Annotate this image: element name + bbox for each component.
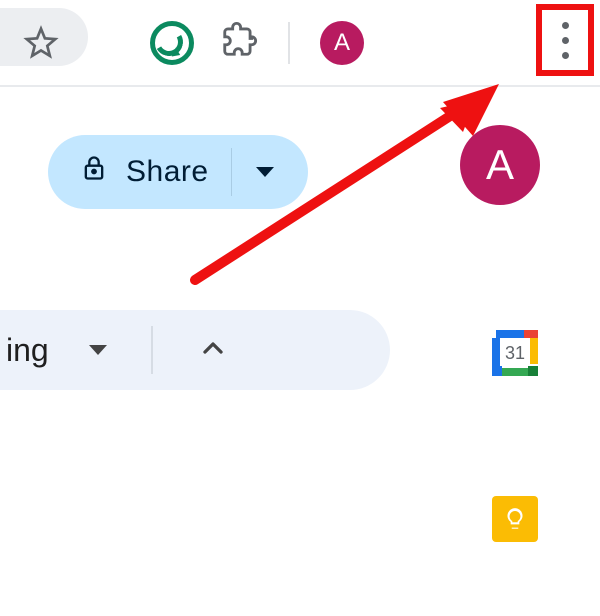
calendar-day: 31: [492, 330, 538, 376]
share-divider: [231, 148, 233, 196]
extension-area: A: [150, 0, 364, 85]
docs-header: Share A: [0, 87, 600, 277]
bookmark-star-button[interactable]: [16, 18, 66, 68]
document-toolbar: ing: [0, 310, 400, 400]
extensions-button[interactable]: [220, 21, 258, 64]
chrome-menu-button[interactable]: [536, 4, 594, 76]
divider: [151, 326, 153, 374]
google-keep-button[interactable]: [492, 496, 538, 542]
star-icon: [23, 25, 59, 61]
caret-down-icon: [89, 345, 107, 355]
share-label: Share: [126, 155, 209, 189]
collapse-toolbar-button[interactable]: [197, 332, 229, 369]
share-dropdown-button[interactable]: [234, 167, 298, 177]
toolbar-pill: ing: [0, 310, 390, 390]
avatar-letter: A: [486, 141, 514, 189]
bulb-icon: [502, 506, 528, 532]
caret-down-icon: [256, 167, 274, 177]
share-button[interactable]: Share: [48, 135, 308, 209]
kebab-icon: [562, 22, 569, 59]
grammarly-icon[interactable]: [150, 21, 194, 65]
browser-profile-avatar[interactable]: A: [320, 21, 364, 65]
side-panel: 31: [492, 330, 538, 542]
lock-icon: [80, 153, 108, 191]
mode-dropdown[interactable]: ing: [0, 332, 89, 369]
avatar-letter: A: [334, 29, 350, 57]
browser-toolbar: A: [0, 0, 600, 85]
google-account-avatar[interactable]: A: [460, 125, 540, 205]
google-calendar-button[interactable]: 31: [492, 330, 538, 376]
puzzle-icon: [220, 21, 258, 59]
chevron-up-icon: [197, 332, 229, 364]
divider: [288, 22, 290, 64]
